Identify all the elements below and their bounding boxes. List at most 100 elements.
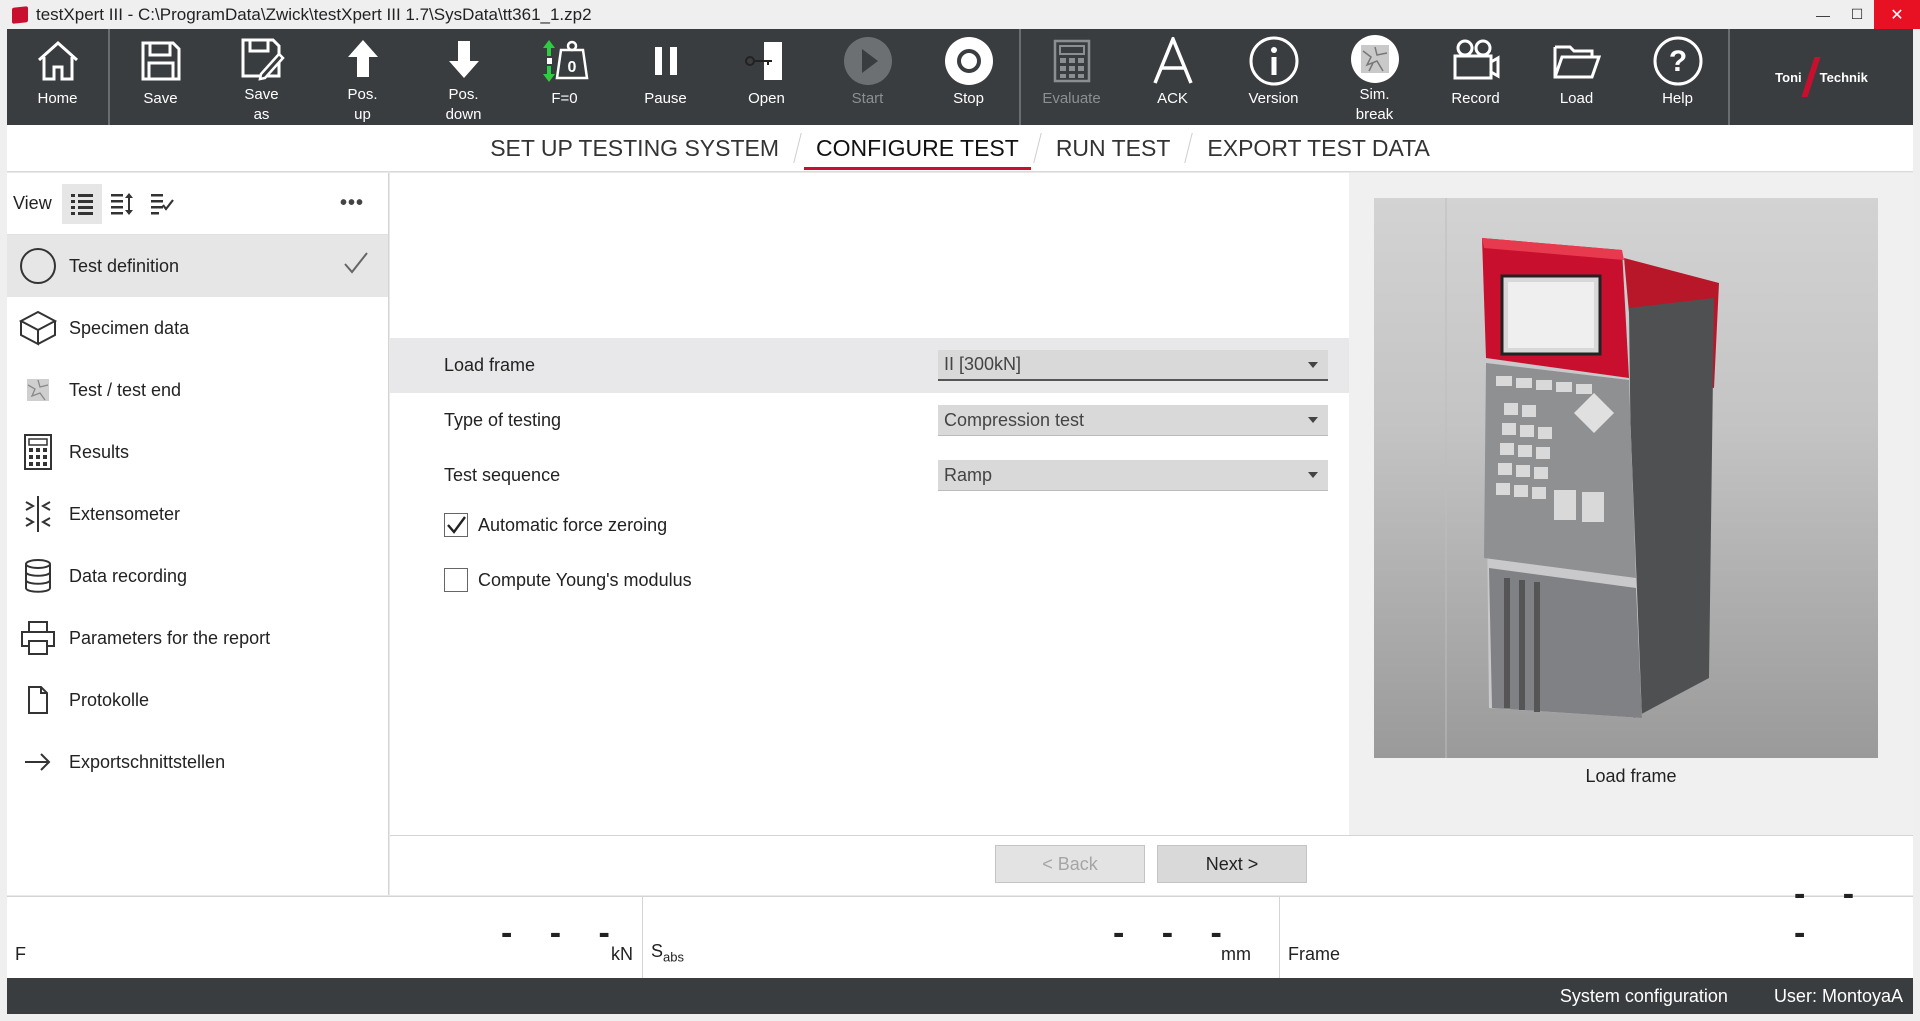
sort-list-icon[interactable] [102, 184, 142, 224]
testing-machine-illustration [1445, 198, 1719, 758]
logo-text-right: Technik [1819, 69, 1868, 85]
sidebar-item-label: Data recording [69, 565, 188, 586]
sidebar-item-label: Exportschnittstellen [69, 751, 226, 772]
view-toolbar: View ••• [7, 173, 388, 235]
youngs-modulus-label: Compute Young's modulus [478, 569, 692, 590]
fracture-icon [1347, 33, 1403, 85]
maximize-button[interactable]: ☐ [1840, 0, 1874, 29]
system-configuration-status[interactable]: System configuration [1560, 986, 1728, 1007]
pause-button[interactable]: Pause [615, 29, 716, 125]
more-options-button[interactable]: ••• [340, 192, 364, 215]
load-button[interactable]: Load [1526, 29, 1627, 125]
sim-break-button[interactable]: Sim. break [1324, 29, 1425, 125]
wizard-navigation: < Back Next > [390, 835, 1913, 895]
sidebar-item-data-recording[interactable]: Data recording [7, 545, 388, 607]
tab-run-test[interactable]: RUN TEST [1038, 125, 1189, 172]
home-label: Home [37, 90, 78, 107]
back-button[interactable]: < Back [995, 845, 1145, 883]
ack-label: ACK [1157, 90, 1188, 107]
sidebar-item-label: Results [69, 441, 130, 462]
next-button[interactable]: Next > [1157, 845, 1307, 883]
force-value: - - - [501, 914, 624, 952]
youngs-modulus-checkbox[interactable] [444, 568, 468, 592]
logo-text-left: Toni [1775, 69, 1802, 85]
pos-up-button[interactable]: Pos. up [312, 29, 413, 125]
minimize-button[interactable]: — [1806, 0, 1840, 29]
home-button[interactable]: Home [7, 29, 108, 125]
folder-open-icon [1549, 33, 1605, 89]
tab-export-test-data[interactable]: EXPORT TEST DATA [1189, 125, 1447, 172]
load-frame-select[interactable]: II [300kN] [938, 350, 1328, 381]
ack-button[interactable]: ACK [1122, 29, 1223, 125]
main-toolbar: Home Save Save as Pos. up Pos. down 0 F=… [7, 29, 1913, 125]
title-bar: testXpert III - C:\ProgramData\Zwick\tes… [0, 0, 1920, 29]
close-button[interactable]: ✕ [1874, 0, 1920, 29]
force-zero-button[interactable]: 0 F=0 [514, 29, 615, 125]
type-of-testing-value: Compression test [944, 409, 1085, 430]
database-icon [13, 551, 63, 601]
sidebar-item-label: Test / test end [69, 379, 182, 400]
save-button[interactable]: Save [110, 29, 211, 125]
logo-slash [1801, 57, 1821, 97]
sidebar-item-report-parameters[interactable]: Parameters for the report [7, 607, 388, 669]
box-icon [13, 303, 63, 353]
checklist-icon[interactable] [142, 184, 182, 224]
toolbar-group-tools: Evaluate ACK Version Sim. break Record L… [1021, 29, 1728, 125]
home-icon [30, 33, 86, 89]
save-as-button[interactable]: Save as [211, 29, 312, 125]
tab-configure-test[interactable]: CONFIGURE TEST [798, 125, 1037, 172]
brand-logo: Toni Technik [1730, 29, 1913, 125]
force-label: F [15, 944, 26, 964]
workflow-tabs: SET UP TESTING SYSTEM CONFIGURE TEST RUN… [7, 125, 1913, 172]
chevron-down-icon [1308, 417, 1318, 423]
play-icon [840, 33, 896, 89]
sidebar-item-label: Parameters for the report [69, 627, 271, 648]
arrow-down-icon [436, 33, 492, 85]
test-sequence-select[interactable]: Ramp [938, 460, 1328, 491]
open-button[interactable]: Open [716, 29, 817, 125]
open-door-icon [739, 33, 795, 89]
type-of-testing-label: Type of testing [444, 410, 562, 430]
fracture-icon [13, 365, 63, 415]
pause-icon [638, 33, 694, 89]
window-frame-bottom [0, 1014, 1920, 1021]
list-view-icon[interactable] [61, 183, 102, 224]
load-frame-value: II [300kN] [944, 354, 1022, 374]
sidebar-item-test-end[interactable]: Test / test end [7, 359, 388, 421]
sidebar-item-extensometer[interactable]: Extensometer [7, 483, 388, 545]
sidebar-item-protokolle[interactable]: Protokolle [7, 669, 388, 731]
auto-force-zero-option: Automatic force zeroing [444, 513, 667, 537]
pause-label: Pause [644, 90, 687, 107]
help-button[interactable]: ? Help [1627, 29, 1728, 125]
checkmark-icon [447, 516, 466, 534]
pos-down-label: Pos. down [445, 86, 482, 123]
window-frame-right [1913, 29, 1920, 1014]
sidebar-item-exportschnittstellen[interactable]: Exportschnittstellen [7, 731, 388, 793]
configure-form: Load frame II [300kN] Type of testing Co… [390, 173, 1349, 835]
force-readout: F - - - kN [7, 897, 643, 979]
start-button[interactable]: Start [817, 29, 918, 125]
sidebar-item-test-definition[interactable]: Test definition [7, 235, 388, 297]
window-frame-left [0, 29, 7, 1014]
evaluate-label: Evaluate [1042, 90, 1101, 107]
sidebar-item-specimen-data[interactable]: Specimen data [7, 297, 388, 359]
pos-down-button[interactable]: Pos. down [413, 29, 514, 125]
help-icon: ? [1650, 33, 1706, 89]
version-button[interactable]: Version [1223, 29, 1324, 125]
frame-label: Frame [1288, 944, 1341, 964]
displacement-label: Sabs [651, 941, 684, 965]
sidebar-item-results[interactable]: Results [7, 421, 388, 483]
svg-text:0: 0 [567, 59, 576, 76]
calculator-icon [13, 427, 63, 477]
start-label: Start [851, 90, 884, 107]
save-as-label: Save as [244, 86, 279, 123]
evaluate-button[interactable]: Evaluate [1021, 29, 1122, 125]
window-controls: — ☐ ✕ [1806, 0, 1920, 29]
stop-button[interactable]: Stop [918, 29, 1019, 125]
tab-set-up-testing-system[interactable]: SET UP TESTING SYSTEM [472, 125, 797, 172]
checkmark-icon [342, 249, 370, 282]
type-of-testing-select[interactable]: Compression test [938, 405, 1328, 436]
auto-force-zero-checkbox[interactable] [444, 513, 468, 537]
record-button[interactable]: Record [1425, 29, 1526, 125]
force-unit: kN [611, 944, 633, 964]
